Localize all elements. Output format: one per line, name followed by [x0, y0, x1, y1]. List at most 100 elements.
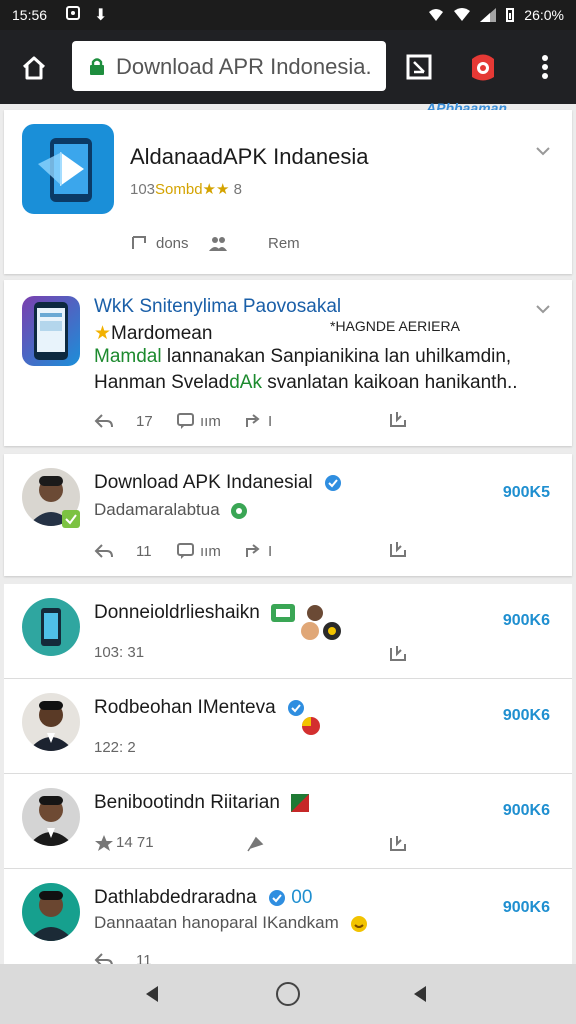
comment-icon[interactable] [176, 412, 196, 430]
list-item-desc-text: Dannaatan hanoparal IKandkam [94, 913, 339, 932]
channel-title[interactable]: Download APK Indanesial [94, 472, 342, 494]
address-bar[interactable]: Download APR Indonesia. [72, 41, 386, 91]
post-desc-line1: Mamdal lannanakan Sanpianikina lan uhilk… [94, 346, 511, 368]
post-desc-highlight2: dAk [229, 372, 262, 393]
reply-icon[interactable] [130, 234, 150, 252]
wifi-strong-icon [454, 8, 471, 21]
list-item-name: Rodbeohan IMenteva [94, 697, 276, 718]
action-dons[interactable]: dons [156, 235, 189, 252]
verified-icon [324, 474, 341, 491]
follower-count: 900K5 [502, 484, 550, 501]
download-icon: ⬇ [94, 7, 108, 24]
avatar [22, 883, 80, 941]
app-card[interactable]: AldanaadAPK Indanesia 103Sombd★★ 8 dons … [4, 110, 572, 274]
share-label: I [268, 413, 273, 430]
action-rem[interactable]: Rem [268, 235, 300, 252]
post-rating: ★Mardomean [94, 322, 212, 345]
emoji-icon [301, 622, 341, 640]
list-item-title: Benibootindn Riitarian [94, 792, 310, 814]
bookmark-icon[interactable] [388, 540, 408, 558]
comment-label: ıım [200, 543, 221, 560]
list-item-title: Dathlabdedraradna 00 [94, 887, 312, 909]
notification-icon [66, 6, 80, 20]
extension-badge-icon[interactable] [466, 50, 500, 84]
share-label: I [268, 543, 273, 560]
tab-switcher-icon[interactable] [404, 52, 434, 82]
avatar [22, 788, 80, 846]
post-rating-text: Mardomean [111, 323, 213, 344]
bookmark-icon[interactable] [388, 410, 408, 428]
list-item[interactable]: Benibootindn Riitarian 14 71 900K6 [4, 774, 572, 868]
post-desc-highlight1: Mamdal [94, 346, 162, 367]
post-desc-text2b: svanlatan kaikoan hanikanth.. [261, 372, 518, 393]
list-item-count: 900K6 [502, 899, 550, 916]
home-icon[interactable] [18, 52, 50, 84]
reply-icon[interactable] [94, 412, 114, 430]
emoji-icon [350, 915, 367, 932]
bookmark-icon[interactable] [388, 834, 408, 852]
share-icon[interactable] [244, 542, 264, 560]
back-icon[interactable] [142, 984, 162, 1004]
avatar [22, 693, 80, 751]
list-item[interactable]: Donneioldrlieshaikn 103: 31 900K6 [4, 584, 572, 678]
navigation-bar [0, 964, 576, 1024]
list-item-title: Rodbeohan IMenteva [94, 697, 305, 719]
list-item-name: Dathlabdedraradna [94, 887, 257, 908]
post-card[interactable]: WkK Snitenylima Paovosakal ★Mardomean *H… [4, 280, 572, 446]
status-indicators: 26:0% [428, 7, 564, 23]
list-item-badge: 00 [291, 887, 313, 908]
post-desc-text2a: Hanman Svelad [94, 372, 230, 393]
post-tag: *HAGNDE AERIERA [330, 318, 460, 334]
recents-icon[interactable] [410, 984, 430, 1004]
list-item-count: 900K6 [502, 612, 550, 629]
list-item-title: Donneioldrlieshaikn [94, 602, 324, 624]
star-icon: ★ [94, 323, 112, 344]
flag-icon [291, 793, 310, 812]
globe-icon [231, 502, 248, 519]
list-item-count: 900K6 [502, 802, 550, 819]
verified-icon [268, 889, 285, 906]
list-item[interactable]: Dathlabdedraradna 00 Dannaatan hanoparal… [4, 869, 572, 969]
post-desc-line2: Hanman SveladdAk svanlatan kaikoan hanik… [94, 372, 518, 394]
app-subtitle: 103Sombd★★ 8 [130, 180, 242, 198]
browser-toolbar: Download APR Indonesia. [0, 30, 576, 104]
people-icon[interactable] [208, 234, 228, 252]
pin-icon[interactable] [246, 834, 266, 852]
star-icon [95, 835, 113, 851]
list-item-meta: 122: 2 [94, 739, 136, 756]
channel-list: Donneioldrlieshaikn 103: 31 900K6 Rodbeo… [4, 584, 572, 969]
battery-icon [506, 8, 515, 22]
channel-card[interactable]: Download APK Indanesial Dadamaralabtua 9… [4, 454, 572, 576]
list-item-count: 900K6 [502, 707, 550, 724]
more-menu-icon[interactable] [536, 52, 554, 82]
chevron-down-icon[interactable] [536, 304, 550, 314]
signal-icon [480, 8, 497, 22]
url-text: Download APR Indonesia. [116, 54, 372, 79]
share-icon[interactable] [244, 412, 264, 430]
reply-icon[interactable] [94, 542, 114, 560]
channel-subtitle-text: Dadamaralabtua [94, 500, 220, 519]
chevron-down-icon[interactable] [536, 146, 550, 156]
channel-subtitle: Dadamaralabtua [94, 500, 248, 520]
app-logo-icon [22, 124, 114, 214]
comment-icon[interactable] [176, 542, 196, 560]
list-item[interactable]: Rodbeohan IMenteva 122: 2 900K6 [4, 679, 572, 773]
app-title[interactable]: AldanaadAPK Indanesia [130, 144, 369, 170]
list-item-meta: 14 71 [116, 834, 154, 851]
phone-app-icon [22, 296, 80, 366]
post-title[interactable]: WkK Snitenylima Paovosakal [94, 296, 341, 318]
reply-count: 11 [136, 543, 152, 560]
home-circle-icon[interactable] [276, 982, 300, 1006]
list-item-desc: Dannaatan hanoparal IKandkam [94, 913, 368, 933]
post-desc-text1: lannanakan Sanpianikina lan uhilkamdin, [161, 346, 512, 367]
badge-icon [62, 510, 80, 528]
reply-count: 17 [136, 413, 153, 430]
app-subtitle-suffix: 8 [233, 181, 242, 198]
list-item-name: Benibootindn Riitarian [94, 792, 280, 813]
emoji-icon [302, 717, 320, 735]
app-badge-icon [271, 603, 296, 622]
list-item-meta: 103: 31 [94, 644, 145, 661]
lock-icon [90, 58, 104, 75]
bookmark-icon[interactable] [388, 644, 408, 662]
status-time: 15:56 [12, 7, 48, 23]
